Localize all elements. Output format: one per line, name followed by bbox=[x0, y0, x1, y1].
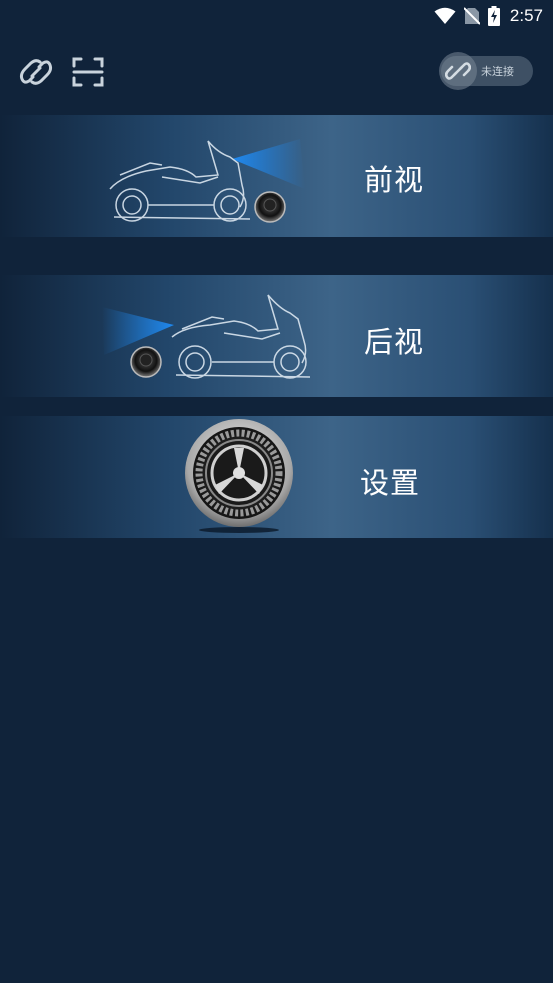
status-time: 2:57 bbox=[509, 6, 543, 25]
status-bar: 2:57 bbox=[0, 0, 553, 32]
top-toolbar: 未连接 bbox=[0, 50, 553, 94]
menu-item-rear-view[interactable]: 后视 bbox=[0, 275, 553, 397]
chain-link-icon bbox=[439, 52, 477, 90]
connection-status-toggle[interactable]: 未连接 bbox=[439, 52, 533, 90]
wifi-icon bbox=[434, 7, 456, 25]
link-rings-icon[interactable] bbox=[18, 54, 54, 90]
app-screen: 2:57 未连接 前视 后视 设置 bbox=[0, 0, 553, 983]
menu-item-label: 设置 bbox=[360, 466, 421, 500]
battery-charging-icon bbox=[487, 6, 500, 26]
gear-icon bbox=[185, 419, 293, 533]
menu-item-settings[interactable]: 设置 bbox=[0, 416, 553, 538]
scan-frame-icon[interactable] bbox=[70, 54, 106, 90]
connection-status-label: 未连接 bbox=[481, 65, 514, 78]
no-sim-icon bbox=[463, 7, 480, 25]
menu-item-label: 前视 bbox=[364, 163, 425, 197]
motorcycle-front-camera-icon bbox=[109, 139, 305, 223]
menu-item-front-view[interactable]: 前视 bbox=[0, 115, 553, 237]
menu-item-label: 后视 bbox=[364, 325, 425, 359]
motorcycle-rear-camera-icon bbox=[102, 294, 311, 379]
